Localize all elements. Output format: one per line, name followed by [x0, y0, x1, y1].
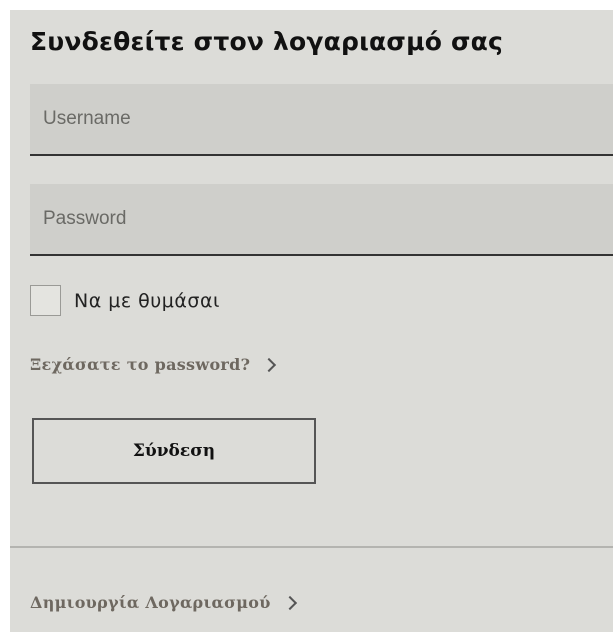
- create-account-link[interactable]: Δημιουργία Λογαριασμού: [30, 593, 297, 612]
- create-account-label[interactable]: Δημιουργία Λογαριασμού: [30, 593, 271, 612]
- remember-me: Να με θυμάσαι: [30, 284, 220, 317]
- chevron-right-icon: [262, 357, 277, 373]
- forgot-password-link[interactable]: Ξεχάσατε το password?: [30, 355, 277, 374]
- password-field-wrapper: [30, 184, 613, 256]
- page-title: Συνδεθείτε στον λογαριασμό σας: [30, 27, 504, 56]
- username-field-wrapper: [30, 84, 613, 156]
- login-button[interactable]: Σύνδεση: [32, 418, 316, 484]
- chevron-right-icon: [282, 595, 297, 611]
- login-panel: Συνδεθείτε στον λογαριασμό σας Να με θυμ…: [10, 10, 613, 632]
- password-input[interactable]: [30, 184, 613, 254]
- divider: [10, 546, 613, 548]
- remember-me-label[interactable]: Να με θυμάσαι: [74, 290, 220, 312]
- remember-me-checkbox[interactable]: [30, 285, 61, 316]
- forgot-password-label[interactable]: Ξεχάσατε το password?: [30, 355, 250, 374]
- username-input[interactable]: [30, 84, 613, 154]
